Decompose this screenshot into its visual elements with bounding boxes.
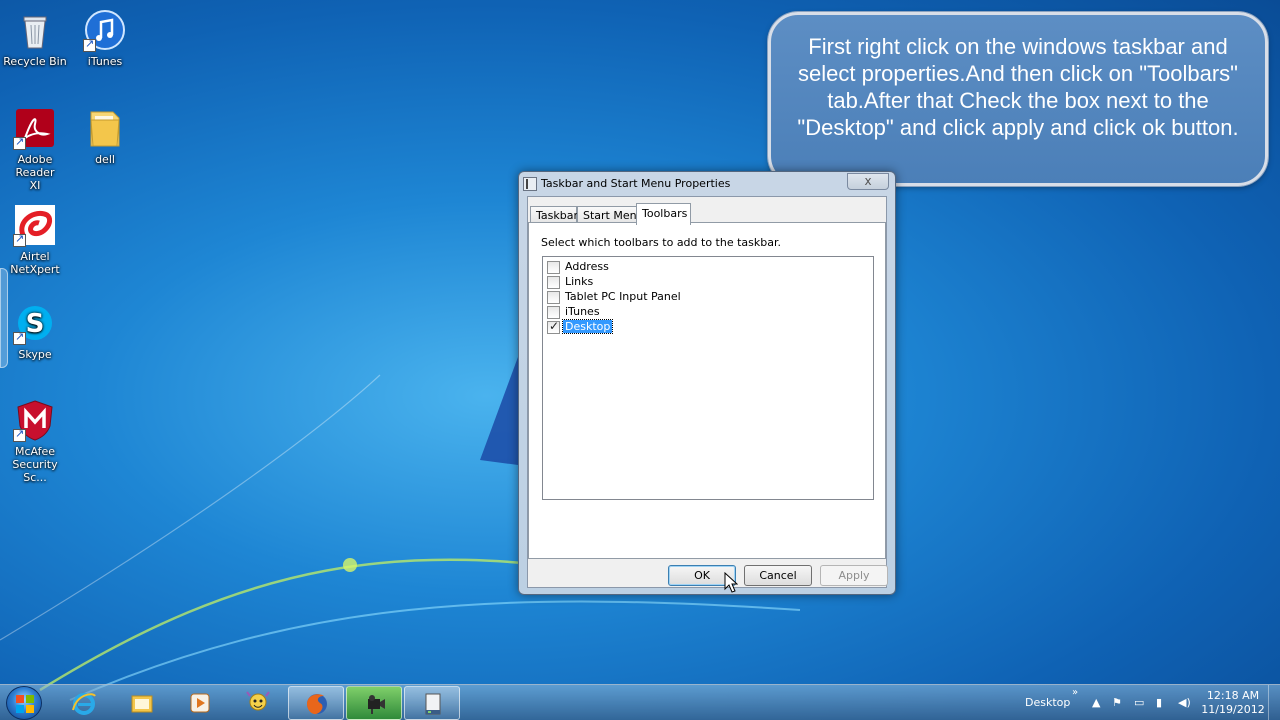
dialog-title: Taskbar and Start Menu Properties [541, 177, 731, 190]
clock[interactable]: 12:18 AM 11/19/2012 [1199, 689, 1267, 717]
desktop-icon-dell[interactable]: dell [70, 106, 140, 166]
show-hidden-icons-icon[interactable]: ▲ [1092, 696, 1100, 709]
volume-icon[interactable]: ◀) [1178, 696, 1191, 709]
taskbar-button-firefox[interactable] [288, 686, 344, 720]
shortcut-arrow-icon [13, 427, 26, 442]
instruction-callout: First right click on the windows taskbar… [768, 12, 1268, 186]
media-player-icon [190, 693, 210, 713]
checkbox-desktop[interactable] [547, 319, 560, 334]
clock-date: 11/19/2012 [1201, 703, 1265, 716]
desktop-icon-label: Airtel NetXpert [10, 250, 60, 276]
taskbar-button-internet-explorer[interactable] [56, 686, 112, 720]
toolbars-description: Select which toolbars to add to the task… [541, 236, 781, 249]
checkbox-tablet-pc-input-panel[interactable] [547, 291, 560, 304]
desktop-icon-label: dell [95, 153, 115, 166]
desktop-icon-itunes[interactable]: iTunes [70, 8, 140, 68]
cancel-button[interactable]: Cancel [744, 565, 812, 586]
shortcut-arrow-icon [83, 37, 96, 52]
clock-time: 12:18 AM [1206, 689, 1260, 702]
svg-text:S: S [26, 309, 45, 339]
show-desktop-button[interactable] [1268, 685, 1280, 720]
tab-toolbars[interactable]: Toolbars [636, 203, 691, 225]
dialog-titlebar[interactable]: Taskbar and Start Menu Properties x [519, 172, 895, 196]
checkbox-links[interactable] [547, 276, 560, 289]
taskbar-properties-dialog: Taskbar and Start Menu Properties x Task… [518, 171, 896, 595]
taskbar-properties-icon [425, 693, 441, 715]
toolbar-item-label: Address [565, 260, 609, 273]
desktop-icon-label: Skype [18, 348, 52, 361]
shortcut-arrow-icon [13, 330, 26, 345]
shortcut-arrow-icon [13, 135, 26, 150]
dialog-body: Taskbar Start Menu Toolbars Select which… [527, 196, 888, 588]
toolbar-item-label: Tablet PC Input Panel [565, 290, 681, 303]
mouse-cursor-icon [724, 572, 738, 593]
internet-explorer-icon [72, 693, 96, 715]
taskbar-button-media-player[interactable] [172, 686, 228, 720]
firefox-icon [307, 694, 327, 715]
checkbox-address[interactable] [547, 261, 560, 274]
taskbar[interactable]: Desktop » ▲ ⚑ ▭ ▮ ◀) 12:18 AM 11/19/2012 [0, 684, 1280, 720]
desktop-icon-mcafee[interactable]: McAfee Security Sc... [0, 398, 70, 484]
toolbar-item-label: Links [565, 275, 594, 288]
desktop-toolbar-chevron[interactable]: » [1072, 687, 1078, 698]
windows-logo-icon [16, 695, 34, 713]
recycle-bin-icon [23, 16, 47, 49]
desktop-icon-label: iTunes [87, 55, 123, 68]
toolbars-panel: Select which toolbars to add to the task… [528, 222, 886, 559]
desktop-icon-recycle-bin[interactable]: Recycle Bin [0, 8, 70, 68]
desktop-icon-label: McAfee Security Sc... [12, 445, 58, 484]
network-signal-icon[interactable]: ▮ [1156, 696, 1162, 709]
desktop-icon-skype[interactable]: S Skype [0, 301, 70, 361]
desktop-icon-adobe-reader[interactable]: Adobe Reader XI [0, 106, 70, 192]
start-button[interactable] [6, 686, 42, 720]
desktop-icon-label: Adobe Reader XI [15, 153, 55, 192]
shortcut-arrow-icon [13, 232, 26, 247]
desktop-toolbar-label[interactable]: Desktop [1025, 696, 1070, 709]
action-center-flag-icon[interactable]: ⚑ [1112, 696, 1122, 709]
toolbars-list[interactable]: Address Links Tablet PC Input Panel iTun… [542, 256, 874, 500]
checkbox-itunes[interactable] [547, 306, 560, 319]
close-button[interactable]: x [847, 173, 889, 190]
toolbar-item-label: iTunes [565, 305, 600, 318]
desktop-icon-airtel-netxpert[interactable]: Airtel NetXpert [0, 203, 70, 276]
taskbar-button-video-recorder[interactable] [346, 686, 402, 720]
taskbar-properties-icon [523, 177, 537, 191]
folder-icon [131, 695, 153, 713]
toolbar-item-label: Desktop [561, 319, 614, 334]
instruction-text: First right click on the windows taskbar… [797, 34, 1239, 140]
network-icon[interactable]: ▭ [1134, 696, 1144, 709]
taskbar-button-taskbar-properties[interactable] [404, 686, 460, 720]
apply-button[interactable]: Apply [820, 565, 888, 586]
folder-icon [90, 111, 120, 147]
desktop-icon-label: Recycle Bin [3, 55, 67, 68]
taskbar-button-windows-explorer[interactable] [114, 686, 170, 720]
taskbar-button-messenger[interactable] [230, 686, 286, 720]
messenger-icon [246, 691, 270, 711]
video-camera-icon [368, 695, 385, 714]
